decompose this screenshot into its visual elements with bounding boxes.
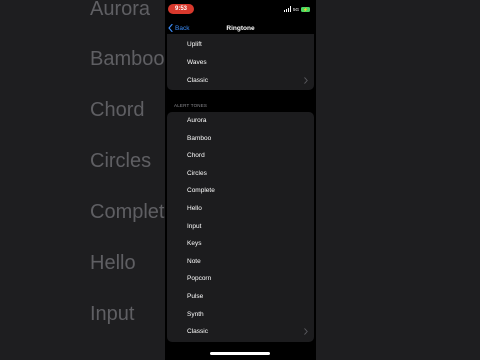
list-item[interactable]: Aurora (167, 112, 314, 129)
list-item[interactable]: Bamboo (167, 130, 314, 147)
list-item-label: Pulse (187, 293, 204, 300)
list-item[interactable]: Hello (167, 200, 314, 217)
list-item-label: Circles (187, 169, 207, 177)
phone-screen: 9:53 5G ⚡ Back Ringtone Uplift Waves Cla… (165, 0, 316, 360)
list-item[interactable]: Synth (167, 306, 314, 323)
list-item-label: Hello (187, 205, 202, 212)
home-indicator[interactable] (210, 352, 270, 355)
alert-tones-header: ALERT TONES (174, 103, 208, 108)
list-item-label: Keys (187, 240, 202, 248)
status-time: 9:53 (168, 4, 194, 14)
list-item-label: Popcorn (187, 275, 212, 283)
ringtones-group: Uplift Waves Classic (167, 34, 314, 90)
list-item-label: Complete (187, 187, 215, 195)
list-item[interactable]: Classic (167, 323, 314, 340)
list-item-label: Note (187, 257, 201, 265)
list-item[interactable]: Complete (167, 182, 314, 199)
chevron-right-icon (304, 328, 308, 335)
chevron-right-icon (304, 77, 308, 84)
list-item[interactable]: Chord (167, 147, 314, 164)
background-word: Hello (90, 252, 136, 274)
background-word: Bamboo (90, 48, 165, 70)
list-item[interactable]: Uplift (167, 36, 314, 53)
signal-icon (283, 6, 291, 12)
background-word: Aurora (90, 0, 151, 20)
list-item-label: Bamboo (187, 134, 212, 142)
background-word: Circles (90, 150, 152, 172)
list-item[interactable]: Popcorn (167, 270, 314, 287)
page-title: Ringtone (226, 25, 255, 32)
list-item-label: Waves (187, 59, 207, 66)
list-item[interactable]: Keys (167, 235, 314, 252)
list-item[interactable]: Note (167, 253, 314, 270)
list-item-label: Input (187, 222, 202, 230)
background-right-panel (316, 0, 480, 360)
list-item[interactable]: Classic (167, 72, 314, 89)
background-word: Chord (90, 99, 145, 121)
list-item[interactable]: Input (167, 218, 314, 235)
list-item-label: Classic (187, 328, 208, 336)
background-word: Input (90, 303, 135, 325)
status-icons: 5G ⚡ (283, 5, 310, 13)
list-item-label: Synth (187, 310, 204, 318)
list-item[interactable]: Circles (167, 165, 314, 182)
network-type: 5G (292, 6, 299, 12)
list-item-label: Classic (187, 77, 208, 84)
background-left-panel: Aurora Bamboo Chord Circles Complete Hel… (0, 0, 165, 360)
list-item-label: Aurora (187, 117, 207, 124)
alert-tones-group: Aurora Bamboo Chord Circles Complete Hel… (167, 112, 314, 342)
list-item[interactable]: Waves (167, 54, 314, 71)
battery-icon: ⚡ (301, 6, 310, 12)
list-item[interactable]: Pulse (167, 288, 314, 305)
list-item-label: Uplift (187, 41, 202, 48)
list-item-label: Chord (187, 152, 205, 160)
status-bar: 9:53 5G ⚡ (165, 0, 316, 16)
background-word: Complete (90, 201, 165, 223)
